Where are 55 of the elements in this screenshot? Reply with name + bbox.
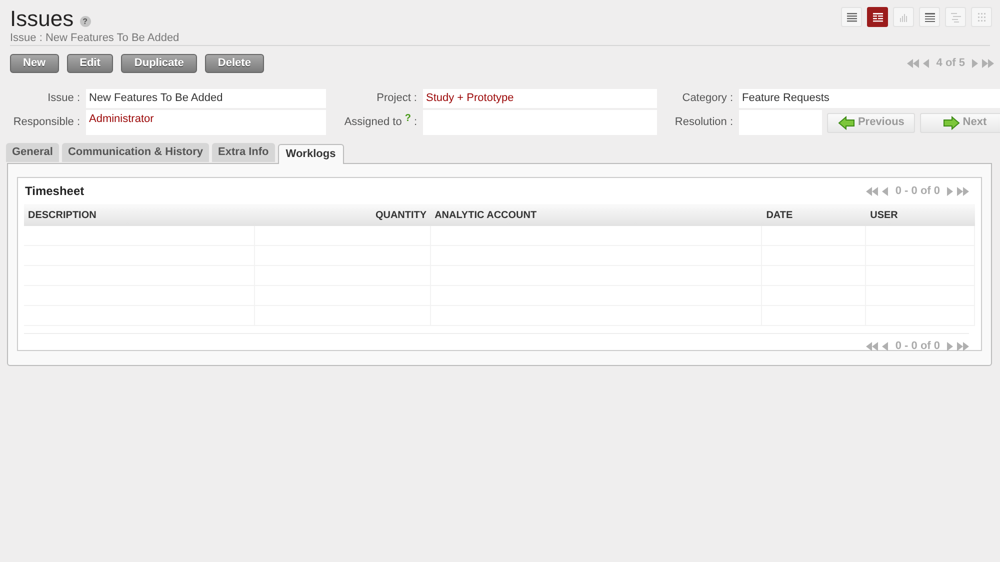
section-title: Timesheet bbox=[24, 183, 84, 200]
previous-page-icon[interactable] bbox=[882, 186, 888, 196]
tab[interactable]: Worklogs bbox=[278, 144, 344, 164]
form-icon bbox=[870, 10, 884, 24]
form-view-button[interactable] bbox=[867, 7, 888, 27]
field-label: Issue : bbox=[48, 91, 80, 106]
breadcrumb: Issue : New Features To Be Added bbox=[10, 32, 180, 44]
next-page-icon[interactable] bbox=[947, 342, 953, 351]
help-icon[interactable]: ? bbox=[80, 16, 91, 26]
toolbar-button[interactable]: Duplicate bbox=[121, 54, 197, 73]
input-field[interactable]: Study + Prototype bbox=[423, 89, 657, 108]
field-label: Category : bbox=[682, 91, 733, 106]
left-arrow-icon bbox=[838, 116, 855, 130]
tab[interactable]: Communication & History bbox=[62, 143, 210, 162]
column-header[interactable]: DATE bbox=[762, 208, 866, 222]
calendar-view-button[interactable] bbox=[919, 7, 940, 27]
field-label: : bbox=[414, 115, 417, 130]
toolbar-button[interactable]: New bbox=[10, 54, 59, 73]
list-icon bbox=[844, 10, 858, 24]
toolbar-button[interactable]: Delete bbox=[204, 54, 264, 73]
list-view-button[interactable] bbox=[841, 7, 862, 27]
column-header[interactable]: QUANTITY bbox=[254, 208, 431, 222]
pager-text: 0 - 0 of 0 bbox=[894, 339, 941, 354]
help-icon[interactable]: ? bbox=[404, 114, 411, 124]
input-field[interactable]: Administrator bbox=[86, 110, 326, 135]
first-page-icon[interactable] bbox=[907, 59, 920, 68]
gantt-icon bbox=[948, 10, 962, 24]
column-header[interactable]: ANALYTIC ACCOUNT bbox=[430, 208, 762, 222]
field-label: Responsible : bbox=[13, 115, 80, 130]
pager-text: 4 of 5 bbox=[935, 56, 966, 72]
page-title: Issues bbox=[10, 6, 74, 32]
last-page-icon[interactable] bbox=[957, 186, 969, 196]
field-label: Assigned to bbox=[344, 115, 402, 130]
last-page-icon[interactable] bbox=[982, 59, 994, 68]
field-label: Project : bbox=[376, 91, 417, 106]
graph-view-button[interactable] bbox=[893, 7, 914, 27]
first-page-icon[interactable] bbox=[866, 342, 878, 351]
tab[interactable]: Extra Info bbox=[212, 143, 275, 162]
next-page-icon[interactable] bbox=[947, 186, 953, 196]
grid-view-button[interactable] bbox=[971, 7, 992, 27]
input-field[interactable]: Feature Requests bbox=[739, 89, 1000, 108]
previous-page-icon[interactable] bbox=[882, 342, 888, 351]
first-page-icon[interactable] bbox=[866, 186, 878, 196]
column-header[interactable]: USER bbox=[866, 208, 975, 222]
pager-text: 0 - 0 of 0 bbox=[894, 184, 941, 199]
previous-page-icon[interactable] bbox=[923, 59, 930, 68]
next-page-icon[interactable] bbox=[972, 59, 978, 68]
tab[interactable]: General bbox=[6, 143, 59, 162]
field-label: Resolution : bbox=[674, 115, 733, 130]
input-field[interactable]: New Features To Be Added bbox=[86, 89, 326, 108]
last-page-icon[interactable] bbox=[957, 342, 969, 351]
toolbar-button[interactable]: Edit bbox=[66, 54, 114, 73]
column-header[interactable]: DESCRIPTION bbox=[24, 208, 255, 222]
gantt-view-button[interactable] bbox=[945, 7, 966, 27]
right-arrow-icon bbox=[942, 116, 960, 130]
